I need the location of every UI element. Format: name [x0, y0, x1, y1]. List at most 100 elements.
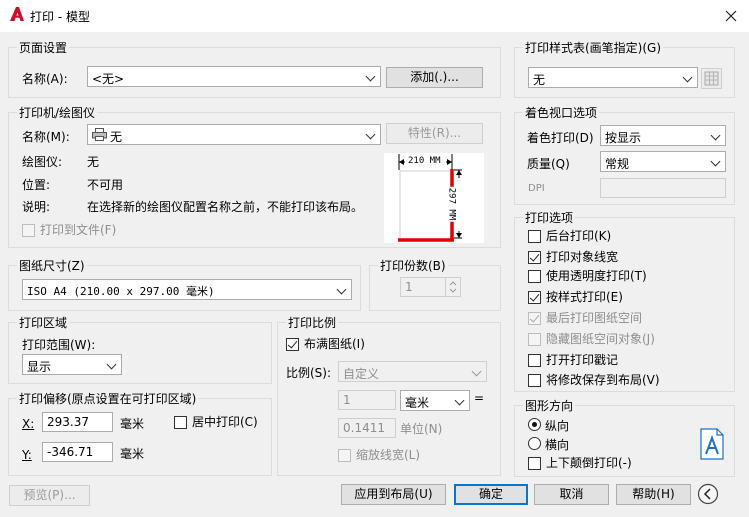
printer-group-title: 打印机/绘图仪 — [17, 104, 98, 121]
shaded-viewport-title: 着色视口选项 — [523, 104, 600, 121]
scale-numerator-input[interactable]: 1 — [338, 390, 396, 410]
print-dialog: 打印 - 模型 页面设置 名称(A): <无> 添加(.)... 打印机/绘图仪… — [0, 0, 749, 517]
plot-style-table-select[interactable]: 无 — [528, 67, 698, 88]
plot-option-label: 将修改保存到布局(V) — [546, 373, 660, 387]
quality-select[interactable]: 常规 — [600, 151, 726, 172]
radio-dot — [528, 437, 541, 450]
plot-option-label: 使用透明度打印(T) — [546, 269, 647, 283]
orientation-title: 图形方向 — [523, 397, 576, 414]
offset-y-label: Y: — [22, 448, 32, 462]
scale-denominator-input[interactable]: 0.1411 — [338, 418, 396, 438]
chevron-down-icon — [680, 68, 697, 87]
plot-option-label: 打印对象线宽 — [546, 250, 619, 264]
plotter-label: 绘图仪: — [22, 155, 63, 169]
quality-label: 质量(Q) — [527, 157, 570, 171]
preview-button[interactable]: 预览(P)... — [9, 485, 90, 506]
checkbox-box — [174, 416, 187, 429]
checkbox-box — [286, 338, 299, 351]
scale-select[interactable]: 自定义 — [338, 361, 487, 382]
paper-preview-drawing — [398, 154, 462, 242]
shade-plot-select[interactable]: 按显示 — [600, 125, 726, 146]
paper-height-label: 297 MM — [446, 186, 457, 222]
plot-range-select[interactable]: 显示 — [22, 354, 122, 375]
offset-x-input[interactable]: 293.37 — [42, 412, 113, 432]
offset-y-input[interactable]: -346.71 — [42, 442, 113, 462]
scale-unit2-label: 单位(N) — [400, 422, 443, 436]
shade-plot-label: 着色打印(D) — [527, 131, 594, 145]
plot-offset-title: 打印偏移(原点设置在可打印区域) — [17, 390, 199, 407]
description-label: 说明: — [22, 200, 51, 214]
copies-value: 1 — [405, 280, 413, 294]
plot-option-label: 按样式打印(E) — [546, 290, 623, 304]
cancel-button[interactable]: 取消 — [534, 484, 609, 505]
paper-size-select[interactable]: ISO A4 (210.00 x 297.00 毫米) — [22, 279, 352, 300]
page-setup-name-label: 名称(A): — [22, 72, 68, 86]
copies-spinner[interactable] — [445, 278, 460, 296]
landscape-label: 横向 — [545, 438, 570, 452]
checkbox-box — [528, 354, 541, 367]
chevron-down-icon — [104, 355, 121, 374]
copies-title: 打印份数(B) — [378, 257, 448, 274]
edit-style-table-button[interactable] — [701, 68, 722, 89]
plot-option-label: 后台打印(K) — [546, 229, 612, 243]
plotter-value: 无 — [87, 155, 100, 169]
paper-size-value: ISO A4 (210.00 x 297.00 毫米) — [27, 285, 215, 298]
paper-preview: 210 MM 297 MM — [384, 153, 484, 243]
page-setup-name-select[interactable]: <无> — [87, 66, 381, 87]
close-icon[interactable] — [724, 9, 738, 23]
dpi-input[interactable] — [600, 178, 726, 198]
printer-properties-button[interactable]: 特性(R)... — [386, 123, 483, 144]
title-bar: 打印 - 模型 — [0, 0, 749, 32]
offset-x-label: X: — [22, 417, 35, 431]
scale-unit-value: 毫米 — [405, 396, 430, 410]
autocad-logo-icon — [10, 7, 24, 21]
location-value: 不可用 — [87, 178, 124, 192]
ok-button[interactable]: 确定 — [454, 484, 528, 505]
page-setup-name-value: <无> — [92, 72, 125, 86]
apply-to-layout-button[interactable]: 应用到布局(U) — [341, 484, 446, 505]
page-setup-title: 页面设置 — [17, 39, 70, 56]
plot-area-title: 打印区域 — [17, 314, 70, 331]
print-to-file-label: 打印到文件(F) — [40, 223, 117, 237]
offset-x-unit: 毫米 — [120, 417, 145, 431]
help-button[interactable]: 帮助(H) — [616, 484, 691, 505]
chevron-down-icon — [334, 280, 351, 299]
scale-lineweights-label: 缩放线宽(L) — [356, 448, 421, 462]
offset-y-value: -346.71 — [47, 445, 94, 459]
printer-icon — [92, 128, 107, 141]
plot-offset-group: 打印偏移(原点设置在可打印区域) — [8, 390, 272, 476]
plot-option-label: 最后打印图纸空间 — [546, 311, 643, 325]
scale-unit-select[interactable]: 毫米 — [400, 390, 470, 411]
scale-denominator-value: 0.1411 — [343, 421, 385, 435]
plot-option-label: 打开打印戳记 — [546, 353, 619, 367]
printer-name-value: 无 — [110, 130, 123, 144]
offset-x-value: 293.37 — [47, 415, 89, 429]
checkbox-box — [528, 333, 541, 346]
printer-name-select[interactable]: 无 — [87, 124, 381, 145]
scale-label: 比例(S): — [286, 366, 332, 380]
checkbox-box — [528, 251, 541, 264]
scale-value: 自定义 — [343, 367, 380, 381]
checkbox-box — [528, 374, 541, 387]
offset-y-unit: 毫米 — [120, 447, 145, 461]
collapse-options-icon[interactable] — [697, 483, 719, 505]
quality-value: 常规 — [605, 157, 630, 171]
chevron-down-icon — [708, 126, 725, 145]
checkbox-box — [338, 449, 351, 462]
printer-name-label: 名称(M): — [22, 130, 70, 144]
add-page-setup-button[interactable]: 添加(.)... — [386, 67, 483, 88]
chevron-down-icon — [452, 391, 469, 410]
plot-options-title: 打印选项 — [523, 209, 576, 226]
chevron-down-icon — [363, 67, 380, 86]
edit-table-icon — [704, 71, 719, 86]
plot-scale-title: 打印比例 — [286, 314, 339, 331]
dpi-label: DPI — [528, 183, 545, 194]
plot-option-label: 隐藏图纸空间对象(J) — [546, 332, 655, 346]
chevron-down-icon — [469, 362, 486, 381]
plot-style-table-title: 打印样式表(画笔指定)(G) — [523, 39, 664, 56]
description-value: 在选择新的绘图仪配置名称之前，不能打印该布局。 — [87, 200, 364, 214]
plot-style-table-value: 无 — [533, 73, 546, 87]
chevron-down-icon — [708, 152, 725, 171]
scale-numerator-value: 1 — [343, 393, 351, 407]
spinner-arrows-icon — [449, 281, 457, 293]
